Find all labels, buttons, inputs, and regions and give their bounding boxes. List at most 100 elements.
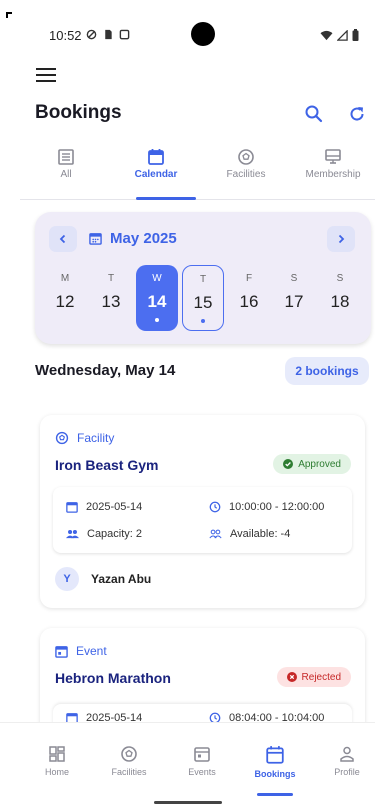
day-name: W — [152, 273, 162, 284]
status-time: 10:52 — [49, 28, 82, 43]
soccer-ball-icon — [238, 149, 254, 165]
booking-type-label: Event — [76, 644, 107, 658]
signal-icon — [337, 29, 348, 41]
camera-cutout — [191, 22, 215, 46]
booking-card[interactable]: Facility Iron Beast Gym Approved 2025-05… — [40, 415, 365, 608]
event-calendar-icon — [194, 747, 210, 762]
booking-title: Iron Beast Gym — [55, 457, 159, 473]
booking-title: Hebron Marathon — [55, 670, 171, 686]
tab-calendar[interactable]: Calendar — [111, 148, 201, 180]
tab-membership[interactable]: Membership — [291, 148, 375, 180]
menu-button[interactable] — [36, 66, 56, 84]
nav-indicator — [257, 793, 293, 796]
status-text: Approved — [298, 458, 341, 470]
day-cell[interactable]: S 17 — [273, 265, 315, 331]
nav-profile[interactable]: Profile — [311, 745, 375, 777]
tab-label: All — [60, 169, 72, 180]
status-badge: Rejected — [276, 667, 351, 687]
nav-label: Bookings — [254, 769, 296, 779]
nav-label: Events — [188, 767, 216, 777]
status-bar: 10:52 — [0, 0, 375, 68]
status-left-icons — [86, 29, 130, 40]
soccer-ball-icon — [121, 746, 137, 762]
nav-label: Home — [44, 767, 69, 777]
booking-user: Y Yazan Abu — [55, 567, 151, 591]
screenshot-icon — [119, 29, 130, 40]
status-badge: Approved — [273, 454, 351, 474]
card-icon — [325, 149, 341, 164]
calendar-icon — [66, 502, 78, 513]
search-button[interactable] — [304, 104, 324, 129]
tab-indicator — [136, 197, 196, 200]
day-cell-selected[interactable]: W 14 — [136, 265, 178, 331]
nav-label: Profile — [334, 767, 360, 777]
booking-available: Available: -4 — [209, 528, 290, 540]
menu-icon-bar — [36, 68, 56, 70]
booking-capacity-text: Capacity: 2 — [87, 528, 143, 540]
gesture-handle[interactable] — [154, 801, 222, 804]
corner-mark — [6, 12, 12, 18]
day-cell[interactable]: M 12 — [44, 265, 86, 331]
list-icon — [58, 149, 74, 165]
tab-all[interactable]: All — [21, 148, 111, 180]
user-name: Yazan Abu — [91, 572, 152, 586]
day-cell[interactable]: F 16 — [228, 265, 270, 331]
booking-time-text: 10:00:00 - 12:00:00 — [229, 501, 325, 513]
month-text: May 2025 — [110, 230, 177, 247]
booking-time: 10:00:00 - 12:00:00 — [209, 501, 324, 513]
clock-icon — [209, 501, 221, 513]
tab-bar: All Calendar Facilities Membership — [20, 148, 375, 200]
chevron-left-icon — [59, 234, 66, 244]
day-date: 16 — [239, 292, 259, 311]
refresh-icon — [350, 107, 364, 121]
week-calendar: May 2025 M 12 T 13 W 14 T 15 F 16 S 17 S… — [35, 212, 371, 344]
bottom-navigation: Home Facilities Events Bookings Profile — [0, 722, 375, 796]
day-date: 12 — [55, 292, 75, 311]
booking-available-text: Available: -4 — [230, 528, 291, 540]
next-week-button[interactable] — [327, 226, 355, 252]
group-outline-icon — [209, 529, 222, 539]
x-circle-icon — [286, 672, 297, 682]
booking-date: 2025-05-14 — [66, 501, 142, 513]
day-cell[interactable]: T 13 — [90, 265, 132, 331]
person-icon — [340, 746, 354, 762]
month-label: May 2025 — [89, 230, 177, 247]
day-date: 17 — [284, 292, 304, 311]
wifi-icon — [320, 30, 333, 40]
refresh-button[interactable] — [347, 104, 367, 129]
day-date: 13 — [101, 292, 121, 311]
check-circle-icon — [283, 459, 294, 469]
day-date: 18 — [330, 292, 350, 311]
tab-label: Membership — [305, 169, 361, 180]
day-name: S — [290, 273, 298, 284]
day-cell[interactable]: S 18 — [319, 265, 361, 331]
calendar-icon — [266, 746, 284, 764]
battery-icon — [352, 29, 359, 41]
nav-bookings[interactable]: Bookings — [239, 745, 311, 779]
event-calendar-icon — [55, 645, 68, 658]
selected-date-heading: Wednesday, May 14 — [35, 362, 176, 379]
booking-type: Event — [55, 644, 107, 658]
nav-home[interactable]: Home — [21, 745, 93, 777]
grid-icon — [49, 746, 65, 762]
calendar-icon — [148, 149, 164, 165]
dnd-icon — [86, 29, 97, 40]
nav-facilities[interactable]: Facilities — [93, 745, 165, 777]
day-name: F — [245, 273, 253, 284]
menu-icon-bar — [36, 80, 56, 82]
day-name: T — [199, 274, 207, 285]
booking-date-text: 2025-05-14 — [86, 501, 143, 513]
group-icon — [66, 529, 79, 539]
sim-card-icon — [105, 29, 112, 40]
day-name: M — [60, 273, 70, 284]
previous-week-button[interactable] — [49, 226, 77, 252]
nav-label: Facilities — [111, 767, 147, 777]
page-title: Bookings — [35, 102, 122, 123]
soccer-ball-icon — [55, 431, 69, 445]
booking-details: 2025-05-14 10:00:00 - 12:00:00 Capacity:… — [53, 487, 352, 553]
menu-icon-bar — [36, 74, 56, 76]
nav-events[interactable]: Events — [166, 745, 238, 777]
day-cell-today[interactable]: T 15 — [182, 265, 224, 331]
avatar: Y — [55, 567, 79, 591]
tab-facilities[interactable]: Facilities — [201, 148, 291, 180]
